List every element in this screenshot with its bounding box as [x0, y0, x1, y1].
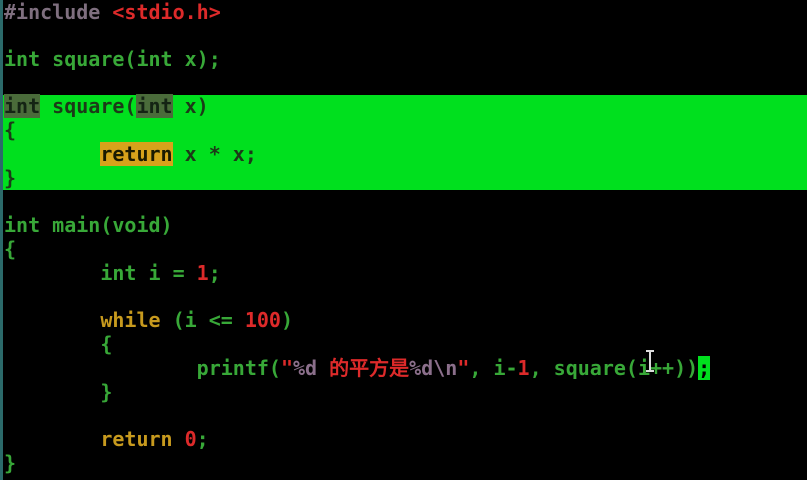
close-brace: }: [4, 451, 17, 475]
open-brace: {: [4, 237, 17, 261]
number-literal: 0: [184, 427, 197, 451]
code-line-main-signature[interactable]: int main(void): [4, 213, 173, 237]
number-literal: 100: [244, 308, 281, 332]
number-literal: 1: [517, 356, 530, 380]
type-keyword: int: [100, 261, 137, 285]
code-line-open-brace-1[interactable]: {: [4, 118, 16, 142]
format-specifier-newline: %d\n: [409, 356, 458, 380]
include-header: <stdio.h>: [112, 0, 221, 24]
number-literal: 1: [196, 261, 209, 285]
while-keyword: while: [100, 308, 161, 332]
code-line-close-brace-main[interactable]: }: [4, 451, 16, 475]
code-line-while[interactable]: while (i <= 100): [4, 308, 293, 332]
code-line-open-brace-3[interactable]: {: [4, 332, 112, 356]
chinese-text: 的平方是: [317, 356, 410, 380]
open-brace: {: [4, 118, 17, 142]
selected-param-name: x): [172, 94, 209, 118]
printf-args: , i-: [469, 356, 518, 380]
code-line-return-expression[interactable]: return x * x;: [4, 142, 257, 166]
return-keyword: return: [100, 427, 173, 451]
code-editor[interactable]: #include <stdio.h> int square(int x); in…: [0, 0, 807, 480]
close-brace: }: [100, 380, 113, 404]
code-line-open-brace-2[interactable]: {: [4, 237, 16, 261]
selected-signature-part: square(: [40, 94, 137, 118]
selected-type-keyword: int: [4, 94, 41, 118]
code-line-prototype[interactable]: int square(int x);: [4, 47, 221, 71]
code-line-declaration[interactable]: int i = 1;: [4, 261, 221, 285]
square-call: , square(i++)): [529, 356, 699, 380]
open-brace: {: [100, 332, 113, 356]
while-condition: (i <=: [160, 308, 245, 332]
prototype-text: int square(int x);: [4, 47, 221, 71]
code-line-return-zero[interactable]: return 0;: [4, 427, 209, 451]
mouse-ibeam-icon: [646, 350, 654, 372]
selected-return-expression: x * x;: [172, 142, 257, 166]
editor-left-border: [0, 0, 3, 480]
format-specifier: %d: [293, 356, 318, 380]
string-quote-close: ": [457, 356, 470, 380]
preprocessor-directive: #include: [4, 0, 113, 24]
close-paren: ): [280, 308, 294, 332]
main-name: main(void): [40, 213, 173, 237]
text-cursor[interactable]: ;: [698, 356, 711, 380]
close-brace: }: [4, 166, 17, 190]
printf-call: printf(: [196, 356, 281, 380]
main-return-type: int: [4, 213, 41, 237]
code-line-printf[interactable]: printf("%d 的平方是%d\n", i-1, square(i++));: [4, 356, 711, 380]
semicolon: ;: [196, 427, 209, 451]
code-line-include[interactable]: #include <stdio.h>: [4, 0, 221, 24]
selected-return-keyword: return: [100, 142, 173, 166]
declaration-text: i =: [136, 261, 197, 285]
code-line-close-brace-1[interactable]: }: [4, 166, 16, 190]
string-quote-open: ": [280, 356, 293, 380]
selected-param-type: int: [136, 94, 173, 118]
semicolon: ;: [208, 261, 221, 285]
code-line-function-signature[interactable]: int square(int x): [4, 94, 209, 118]
code-line-close-brace-3[interactable]: }: [4, 380, 112, 404]
